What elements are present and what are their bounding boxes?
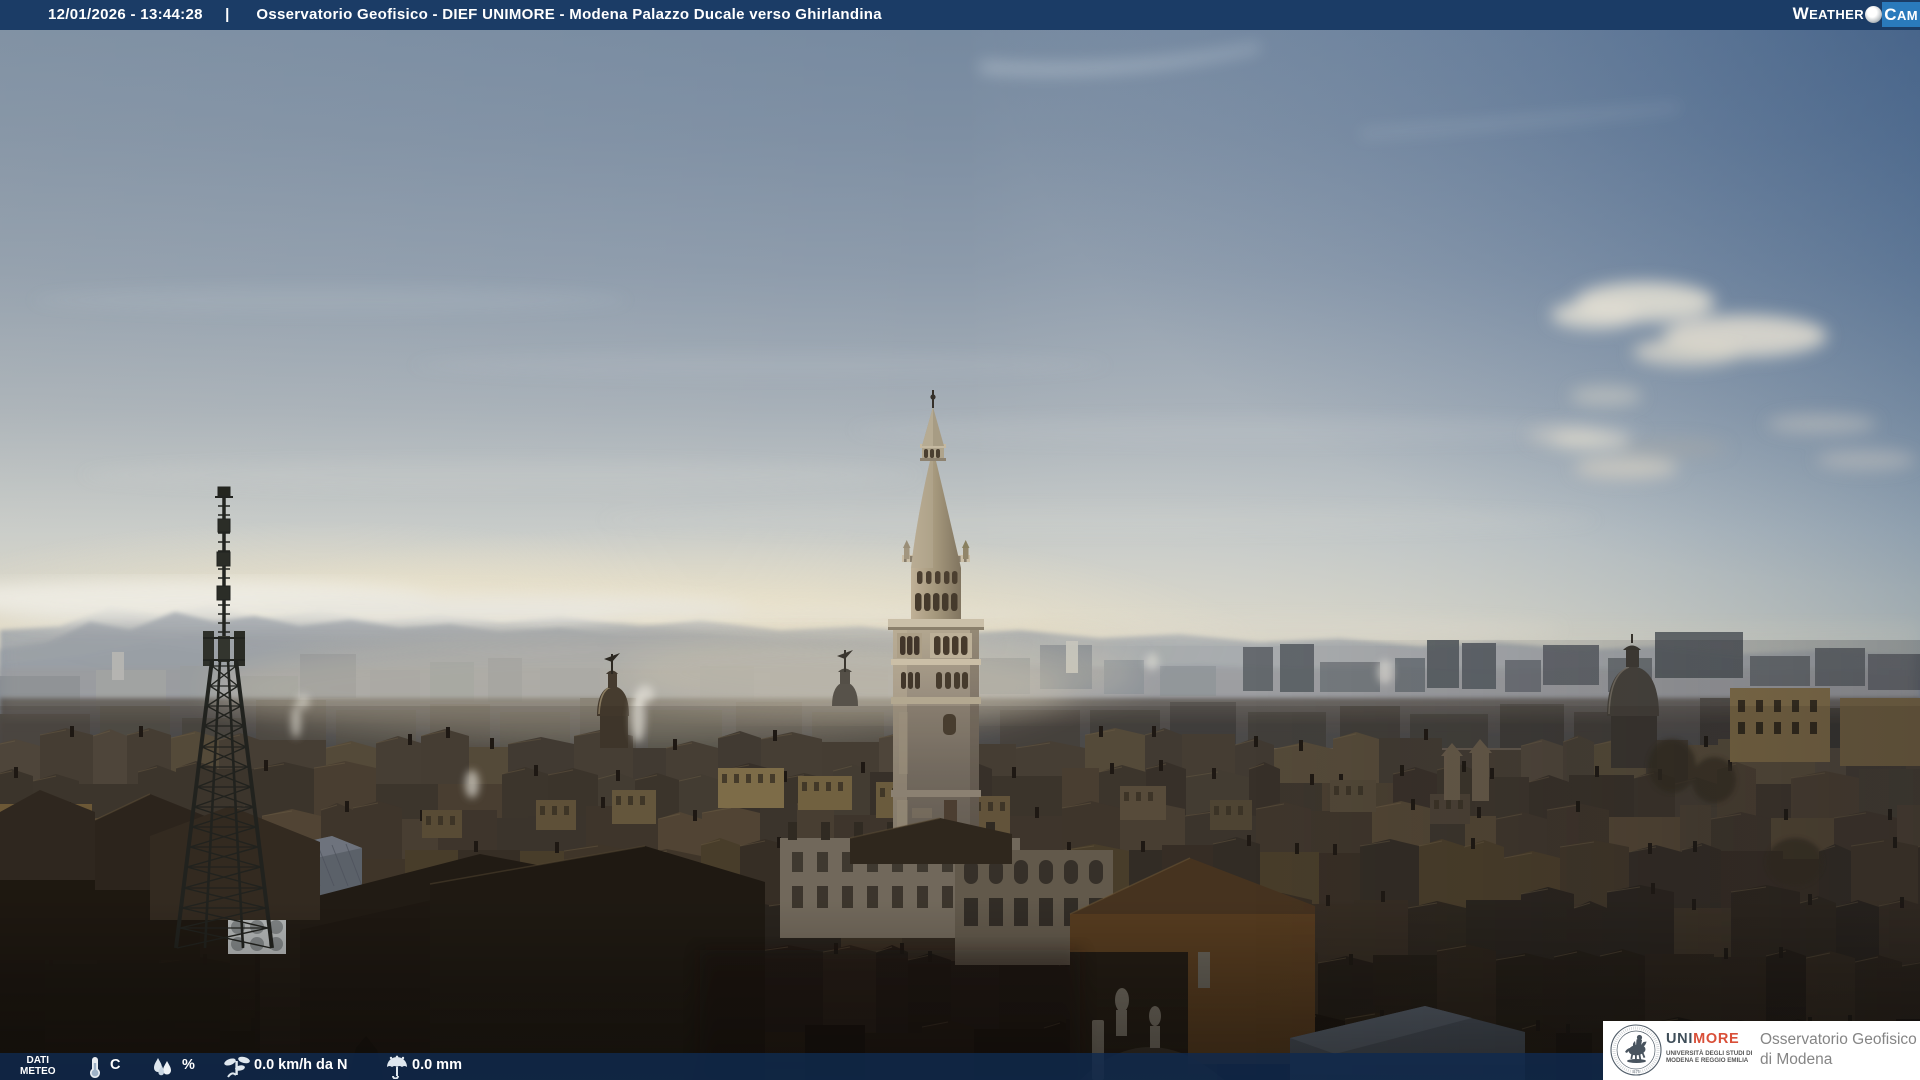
- svg-text:1175: 1175: [1632, 1069, 1640, 1074]
